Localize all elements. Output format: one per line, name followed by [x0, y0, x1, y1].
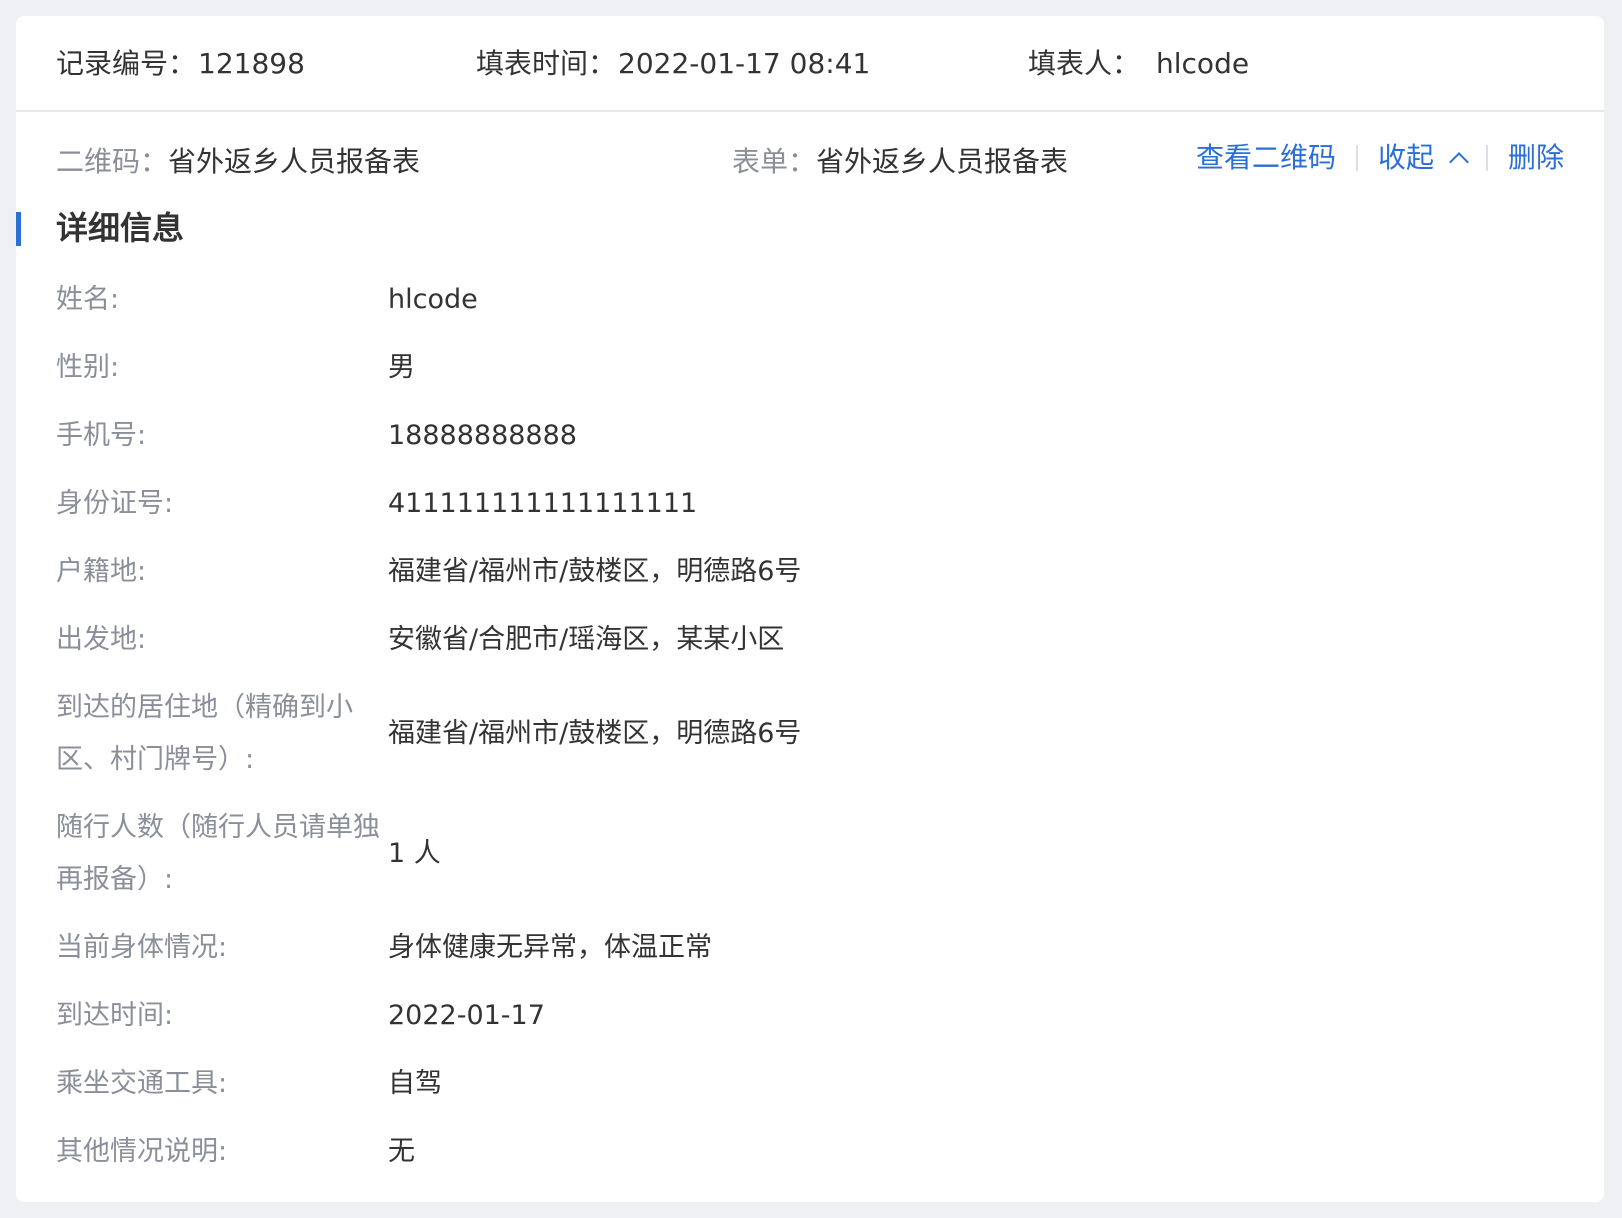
detail-label: 到达的居住地（精确到小区、村门牌号）: [56, 692, 353, 775]
detail-label: 身份证号: [56, 488, 174, 519]
filler: 填表人： hlcode [1028, 44, 1249, 84]
detail-label: 手机号: [56, 420, 147, 451]
detail-value: 无 [388, 1136, 415, 1167]
record-actions: 查看二维码 收起 删除 [1196, 138, 1564, 178]
detail-row-phone: 手机号: 18888888888 [56, 402, 1604, 470]
detail-label: 性别: [56, 352, 120, 383]
action-divider [1485, 145, 1488, 171]
collapse-link[interactable]: 收起 [1377, 138, 1469, 178]
qrcode-info: 二维码：省外返乡人员报备表 [56, 142, 420, 182]
fill-time-value: 2022-01-17 08:41 [618, 47, 871, 80]
detail-row-name: 姓名: hlcode [56, 266, 1604, 334]
detail-value: 2022-01-17 [388, 1000, 545, 1031]
delete-link[interactable]: 删除 [1508, 138, 1564, 178]
filler-value: hlcode [1156, 47, 1250, 80]
section-header: 详细信息 [16, 202, 1604, 266]
detail-row-other: 其他情况说明: 无 [56, 1118, 1604, 1186]
detail-row-household: 户籍地: 福建省/福州市/鼓楼区，明德路6号 [56, 538, 1604, 606]
chevron-up-icon [1449, 152, 1469, 172]
record-number: 记录编号：121898 [56, 44, 305, 84]
detail-row-departure: 出发地: 安徽省/合肥市/瑶海区，某某小区 [56, 606, 1604, 674]
detail-row-gender: 性别: 男 [56, 334, 1604, 402]
detail-value: 男 [388, 352, 415, 383]
detail-row-residence: 到达的居住地（精确到小区、村门牌号）: 福建省/福州市/鼓楼区，明德路6号 [56, 674, 1604, 794]
detail-row-arrival-date: 到达时间: 2022-01-17 [56, 982, 1604, 1050]
detail-list: 姓名: hlcode 性别: 男 手机号: 18888888888 身份证号: … [16, 266, 1604, 1186]
detail-value: 411111111111111111 [388, 488, 698, 519]
detail-label: 其他情况说明: [56, 1136, 228, 1167]
detail-label: 乘坐交通工具: [56, 1068, 228, 1099]
detail-value: 身体健康无异常，体温正常 [388, 932, 712, 963]
form-info: 表单：省外返乡人员报备表 [732, 142, 1068, 182]
record-card: 记录编号：121898 填表时间：2022-01-17 08:41 填表人： hl… [16, 16, 1604, 1202]
detail-value: hlcode [388, 284, 478, 315]
detail-label: 姓名: [56, 284, 120, 315]
detail-value: 18888888888 [388, 420, 577, 451]
view-qrcode-link[interactable]: 查看二维码 [1196, 138, 1336, 178]
record-header: 记录编号：121898 填表时间：2022-01-17 08:41 填表人： hl… [16, 16, 1604, 112]
record-number-label: 记录编号： [56, 47, 197, 80]
detail-value: 福建省/福州市/鼓楼区，明德路6号 [388, 718, 802, 749]
action-divider [1355, 145, 1358, 171]
form-value: 省外返乡人员报备表 [816, 145, 1069, 178]
detail-value: 安徽省/合肥市/瑶海区，某某小区 [388, 624, 785, 655]
detail-value: 1 人 [388, 838, 441, 869]
detail-row-id-number: 身份证号: 411111111111111111 [56, 470, 1604, 538]
detail-label: 到达时间: [56, 1000, 174, 1031]
detail-label: 户籍地: [56, 556, 147, 587]
filler-label: 填表人： [1028, 47, 1141, 80]
meta-row: 二维码：省外返乡人员报备表 表单：省外返乡人员报备表 查看二维码 收起 删除 [16, 112, 1604, 208]
section-accent-bar [16, 212, 21, 246]
fill-time-label: 填表时间： [476, 47, 617, 80]
form-label: 表单： [732, 145, 817, 178]
collapse-label: 收起 [1377, 141, 1434, 174]
qrcode-value: 省外返乡人员报备表 [168, 145, 421, 178]
qrcode-label: 二维码： [56, 145, 169, 178]
detail-value: 福建省/福州市/鼓楼区，明德路6号 [388, 556, 802, 587]
detail-value: 自驾 [388, 1068, 442, 1099]
detail-label: 当前身体情况: [56, 932, 228, 963]
record-number-value: 121898 [198, 47, 305, 80]
detail-row-health: 当前身体情况: 身体健康无异常，体温正常 [56, 914, 1604, 982]
section-title: 详细信息 [56, 209, 185, 247]
detail-row-companions: 随行人数（随行人员请单独再报备）: 1 人 [56, 794, 1604, 914]
fill-time: 填表时间：2022-01-17 08:41 [476, 44, 870, 84]
detail-row-transport: 乘坐交通工具: 自驾 [56, 1050, 1604, 1118]
detail-label: 随行人数（随行人员请单独再报备）: [56, 812, 380, 895]
detail-label: 出发地: [56, 624, 147, 655]
